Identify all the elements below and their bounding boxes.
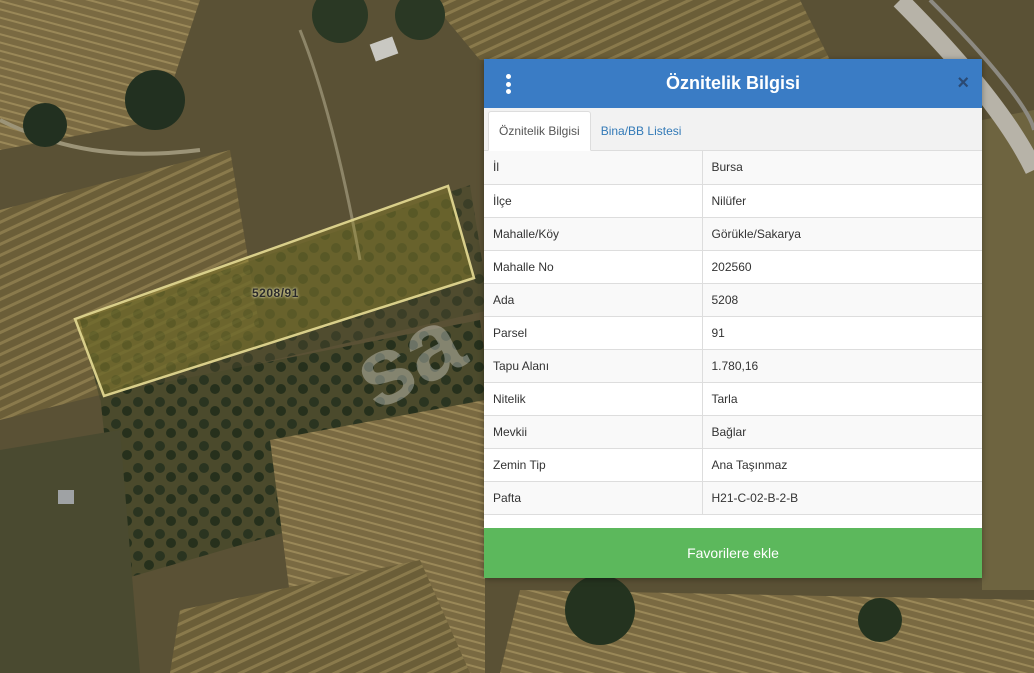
- attribute-key: Mahalle/Köy: [484, 217, 703, 251]
- attribute-key: Mevkii: [484, 415, 703, 449]
- attribute-value: Tarla: [702, 382, 982, 416]
- add-favorite-button[interactable]: Favorilere ekle: [484, 528, 982, 578]
- trees-bottom-left: [0, 430, 140, 673]
- panel-title: Öznitelik Bilgisi: [665, 73, 801, 93]
- attribute-key: İlçe: [484, 184, 703, 218]
- attribute-value: 202560: [702, 250, 982, 284]
- tab-attribute-info[interactable]: Öznitelik Bilgisi: [488, 111, 591, 151]
- building: [58, 490, 74, 504]
- table-row: Pafta H21-C-02-B-2-B: [484, 481, 982, 515]
- attribute-value: Bursa: [702, 151, 982, 185]
- tree: [23, 103, 67, 147]
- attribute-key: Zemin Tip: [484, 448, 703, 482]
- tree: [125, 70, 185, 130]
- table-row: İl Bursa: [484, 151, 982, 185]
- attribute-value: Bağlar: [702, 415, 982, 449]
- attribute-value: Ana Taşınmaz: [702, 448, 982, 482]
- attribute-key: Tapu Alanı: [484, 349, 703, 383]
- panel-header: Öznitelik Bilgisi ×: [484, 59, 982, 108]
- table-row: Zemin Tip Ana Taşınmaz: [484, 448, 982, 482]
- tree: [858, 598, 902, 642]
- parcel-label: 5208/91: [252, 286, 299, 300]
- field-top: [430, 0, 830, 60]
- tree: [565, 575, 635, 645]
- table-row: Mahalle/Köy Görükle/Sakarya: [484, 217, 982, 251]
- field-right: [982, 110, 1034, 590]
- attribute-key: Pafta: [484, 481, 703, 515]
- attribute-value: 1.780,16: [702, 349, 982, 383]
- tab-bar: Öznitelik Bilgisi Bina/BB Listesi: [484, 108, 982, 151]
- table-row: Tapu Alanı 1.780,16: [484, 349, 982, 383]
- attribute-value: Nilüfer: [702, 184, 982, 218]
- attribute-panel: Öznitelik Bilgisi × Öznitelik Bilgisi Bi…: [484, 59, 982, 578]
- attribute-value: H21-C-02-B-2-B: [702, 481, 982, 515]
- attribute-value: 5208: [702, 283, 982, 317]
- attribute-key: Ada: [484, 283, 703, 317]
- attribute-key: Parsel: [484, 316, 703, 350]
- table-row: Ada 5208: [484, 283, 982, 317]
- attribute-key: Mahalle No: [484, 250, 703, 284]
- table-row: Nitelik Tarla: [484, 382, 982, 416]
- attribute-value: 91: [702, 316, 982, 350]
- table-row: İlçe Nilüfer: [484, 184, 982, 218]
- attribute-value: Görükle/Sakarya: [702, 217, 982, 251]
- kebab-menu-icon[interactable]: [502, 74, 514, 94]
- table-row: Mahalle No 202560: [484, 250, 982, 284]
- table-row: Mevkii Bağlar: [484, 415, 982, 449]
- close-icon[interactable]: ×: [957, 72, 969, 94]
- attribute-key: İl: [484, 151, 703, 185]
- attribute-key: Nitelik: [484, 382, 703, 416]
- tab-building-list[interactable]: Bina/BB Listesi: [591, 112, 692, 150]
- attribute-table: İl Bursa İlçe Nilüfer Mahalle/Köy Görükle/Sak…: [484, 151, 982, 515]
- table-row: Parsel 91: [484, 316, 982, 350]
